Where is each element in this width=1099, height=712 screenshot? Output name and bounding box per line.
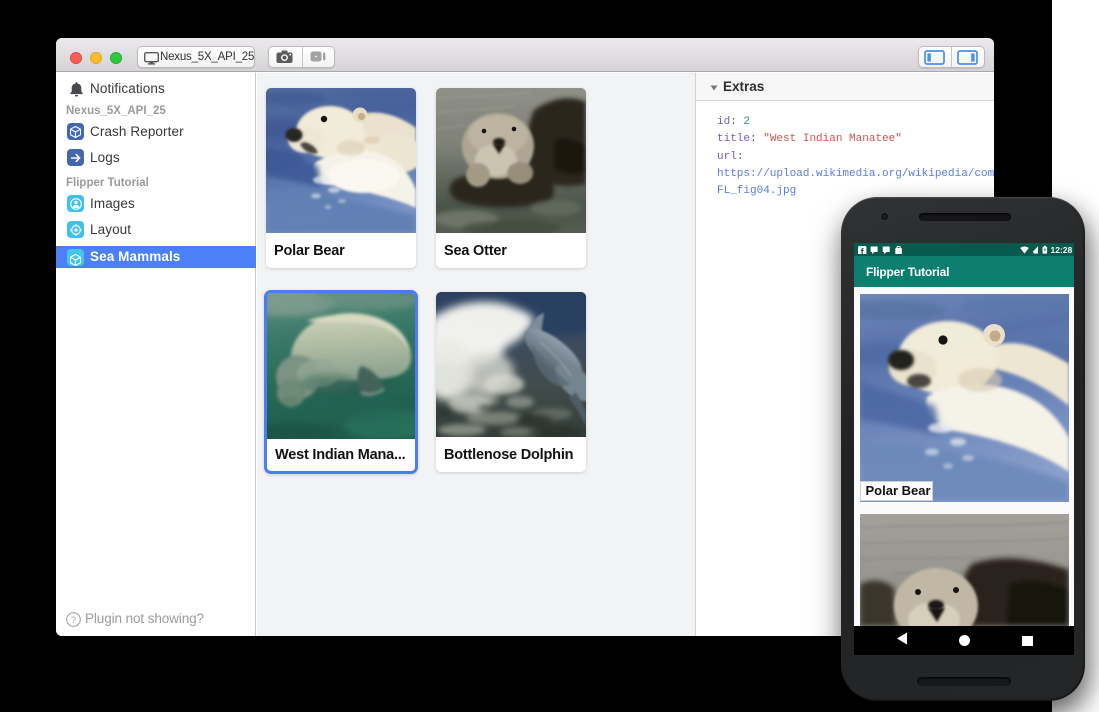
- svg-text:?: ?: [71, 615, 76, 626]
